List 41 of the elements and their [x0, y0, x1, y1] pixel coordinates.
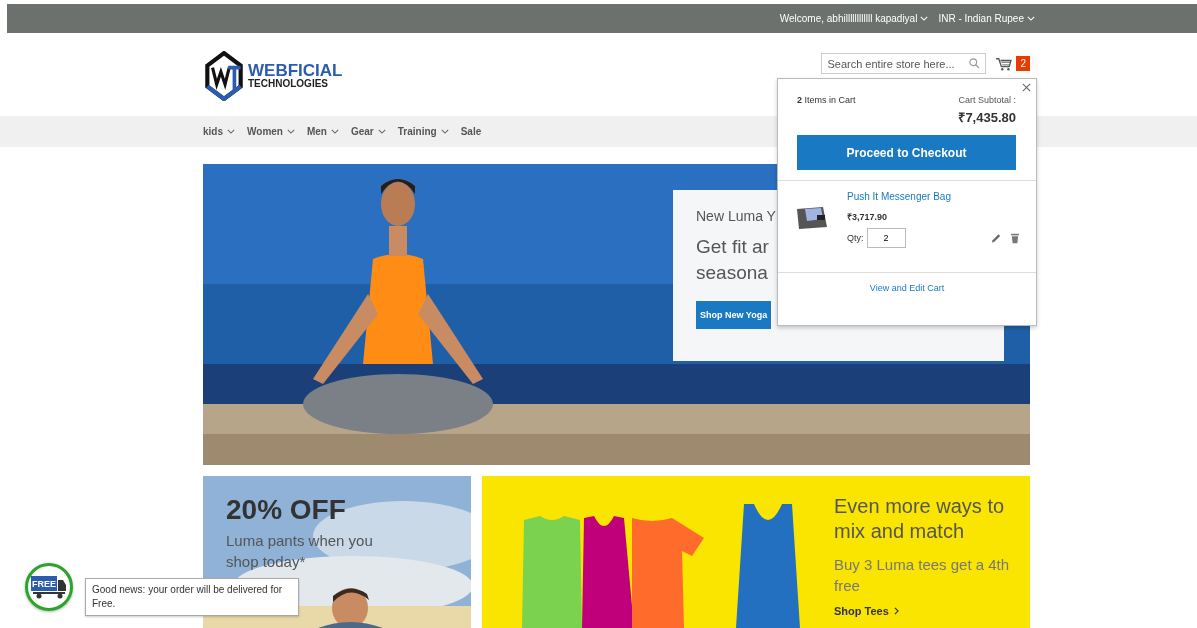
checkout-button[interactable]: Proceed to Checkout: [797, 135, 1016, 170]
cart-icon[interactable]: [996, 56, 1013, 71]
nav-item[interactable]: Sale: [460, 126, 482, 137]
search-icon[interactable]: [969, 58, 981, 69]
chevron-right-icon: [893, 607, 899, 615]
cart-item-count: 2 Items in Cart: [797, 95, 856, 107]
cart-count-badge: 2: [1016, 56, 1030, 71]
promo-text: Luma pants when you shop today*: [226, 531, 374, 572]
hero-subtitle: New Luma Y: [696, 208, 776, 224]
edit-icon[interactable]: [991, 232, 1001, 244]
promo-title: 20% OFF: [226, 494, 347, 526]
product-link[interactable]: Push It Messenger Bag: [847, 191, 1020, 202]
logo-icon[interactable]: [203, 50, 245, 101]
chevron-down-icon: [920, 16, 929, 21]
delete-icon[interactable]: [1010, 232, 1020, 244]
shop-link[interactable]: Shop Tees: [834, 605, 899, 617]
close-icon[interactable]: [1022, 83, 1031, 92]
view-cart-link[interactable]: View and Edit Cart: [869, 283, 945, 293]
search-field[interactable]: Search entire store here...: [821, 53, 987, 74]
promo-text: Buy 3 Luma tees get a 4th free: [834, 555, 1011, 596]
hero-headline: seasona: [696, 261, 768, 285]
chevron-down-icon: [1027, 16, 1035, 21]
qty-label: Qty:: [847, 233, 864, 243]
nav-item[interactable]: Gear: [350, 126, 386, 137]
logo-tagline: TECHNOLOGIES: [248, 79, 329, 89]
currency-menu[interactable]: INR - Indian Rupee: [938, 13, 1035, 24]
nav-item[interactable]: Women: [247, 126, 295, 137]
shop-button[interactable]: Shop New Yoga: [696, 301, 772, 329]
nav-item[interactable]: kids: [203, 126, 235, 137]
promo-title: Even more ways to mix and match: [834, 494, 1006, 544]
nav-item[interactable]: Training: [397, 126, 449, 137]
logo-name[interactable]: WEBFICIAL: [248, 62, 343, 79]
subtotal-label: Cart Subtotal :: [958, 95, 1016, 105]
qty-field[interactable]: 2: [866, 228, 906, 248]
shipping-badge[interactable]: FREE: [25, 563, 73, 611]
shipping-message: Good news: your order will be delivered for Free.: [85, 578, 299, 616]
hero-headline: Get fit ar: [696, 235, 769, 259]
nav-item[interactable]: Men: [306, 126, 339, 137]
subtotal-amount: ₹7,435.80: [958, 109, 1016, 126]
product-price: ₹3,717.90: [847, 211, 889, 223]
welcome-menu[interactable]: Welcome, abhillllllllllll kapadiyal: [779, 13, 929, 24]
